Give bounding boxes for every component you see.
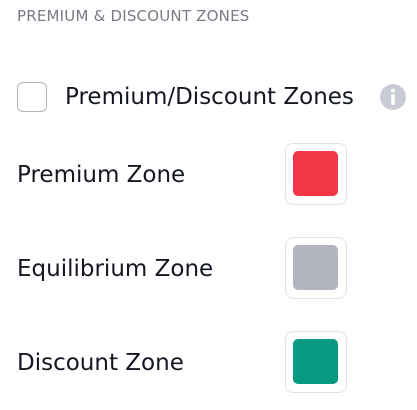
discount-zone-color-swatch [293,339,338,384]
premium-zone-color-swatch [293,151,338,196]
premium-zone-color-button[interactable] [285,143,347,205]
equilibrium-zone-color-swatch [293,245,338,290]
discount-zone-row: Discount Zone [17,331,357,395]
premium-discount-checkbox[interactable] [17,82,47,112]
equilibrium-zone-row: Equilibrium Zone [17,237,357,301]
equilibrium-zone-label: Equilibrium Zone [17,256,214,282]
premium-discount-label[interactable]: Premium/Discount Zones [65,84,354,110]
premium-discount-toggle-row[interactable]: Premium/Discount Zones [17,80,407,114]
settings-panel: PREMIUM & DISCOUNT ZONES Premium/Discoun… [0,0,417,410]
discount-zone-label: Discount Zone [17,350,184,376]
info-icon[interactable] [378,82,408,112]
section-title: PREMIUM & DISCOUNT ZONES [17,7,250,25]
premium-zone-label: Premium Zone [17,162,186,188]
premium-zone-row: Premium Zone [17,143,357,207]
equilibrium-zone-color-button[interactable] [285,237,347,299]
discount-zone-color-button[interactable] [285,331,347,393]
